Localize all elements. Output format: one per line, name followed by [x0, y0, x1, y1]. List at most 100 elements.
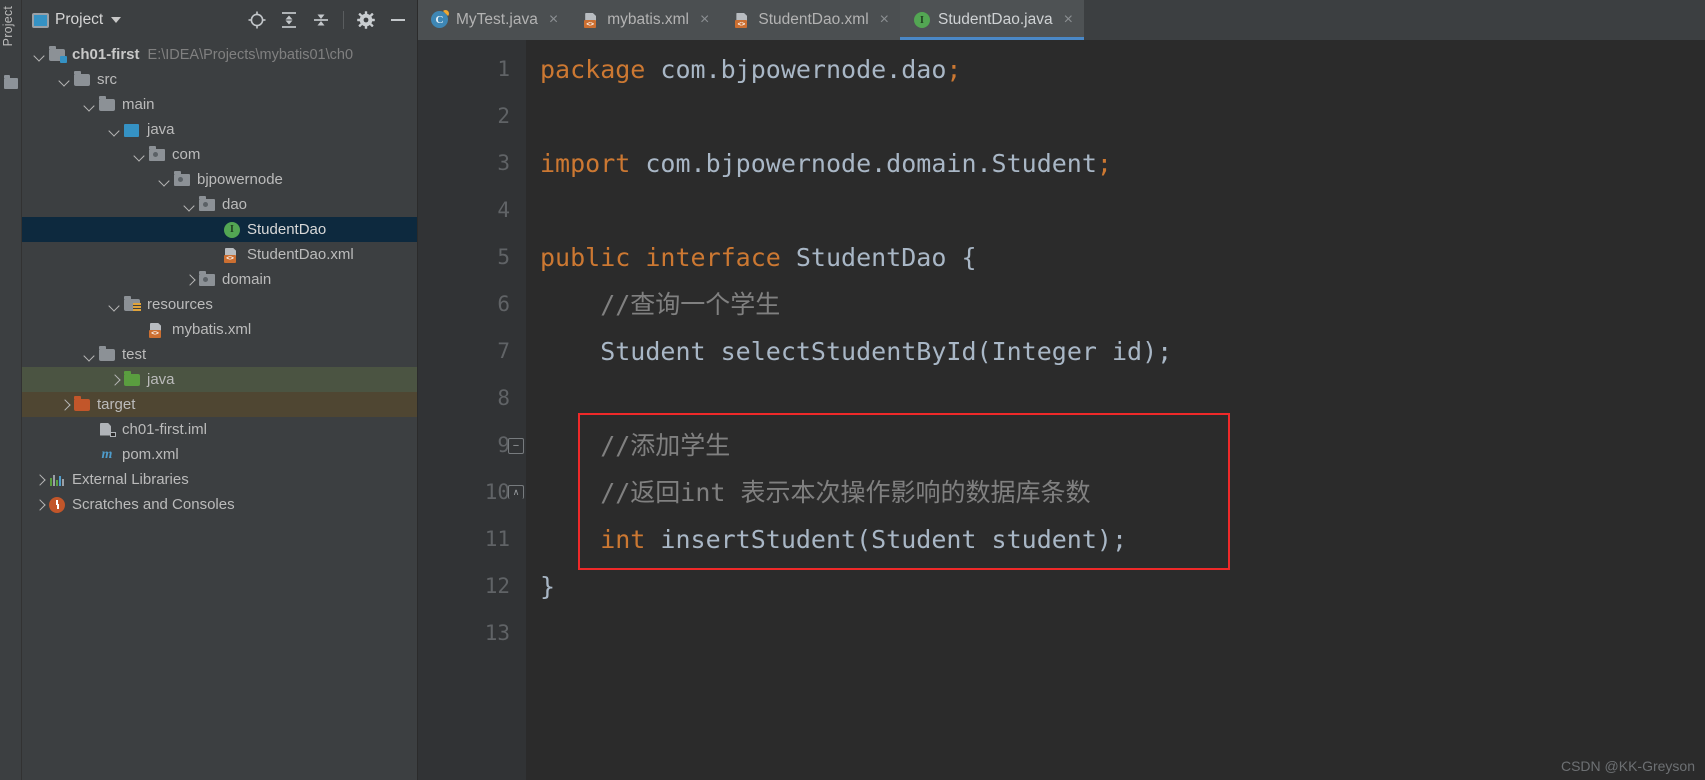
- collapse-all-icon[interactable]: [308, 7, 334, 33]
- chevron-down-icon[interactable]: [107, 297, 123, 313]
- editor-tab-studentdao-xml[interactable]: <> StudentDao.xml ×: [720, 0, 900, 40]
- locate-icon[interactable]: [244, 7, 270, 33]
- tree-item-bjpowernode[interactable]: bjpowernode: [22, 167, 417, 192]
- module-folder-icon: [48, 45, 67, 63]
- chevron-down-icon[interactable]: [132, 147, 148, 163]
- code-line[interactable]: [526, 610, 1705, 657]
- fold-start-icon[interactable]: −: [508, 438, 524, 454]
- line-number: 11: [484, 527, 510, 551]
- code-line[interactable]: //返回int 表示本次操作影响的数据库条数: [526, 469, 1705, 516]
- tree-item-label: ch01-first: [72, 46, 140, 63]
- chevron-down-icon[interactable]: [157, 172, 173, 188]
- project-tree[interactable]: ch01-first E:\IDEA\Projects\mybatis01\ch0…: [22, 40, 417, 780]
- tree-item-java[interactable]: java: [22, 117, 417, 142]
- chevron-down-icon[interactable]: [111, 17, 122, 23]
- ide-window: Project Project ch01-first E:\IDEA\Proje…: [0, 0, 1705, 780]
- tree-item-external-libraries[interactable]: External Libraries: [22, 467, 417, 492]
- excluded-folder-icon: [73, 395, 91, 413]
- fold-end-icon[interactable]: ∧: [508, 485, 524, 499]
- code-line[interactable]: int insertStudent(Student student);: [526, 516, 1705, 563]
- chevron-down-icon[interactable]: [82, 347, 98, 363]
- editor-tab-bar[interactable]: C MyTest.java × <> mybatis.xml × <> StudentDao.…: [418, 0, 1705, 40]
- editor-tab-mytest-java[interactable]: C MyTest.java ×: [418, 0, 570, 40]
- code-token: public interface: [540, 243, 781, 272]
- chevron-down-icon[interactable]: [57, 72, 73, 88]
- tree-item-src[interactable]: src: [22, 67, 417, 92]
- tree-item-ch01-first-iml[interactable]: ch01-first.iml: [22, 417, 417, 442]
- code-line[interactable]: Student selectStudentById(Integer id);: [526, 328, 1705, 375]
- code-line[interactable]: public interface StudentDao {: [526, 234, 1705, 281]
- chevron-right-icon[interactable]: [32, 472, 48, 488]
- chevron-right-icon[interactable]: [182, 272, 198, 288]
- editor-tab-label: MyTest.java: [456, 11, 538, 28]
- code-token: //返回int 表示本次操作影响的数据库条数: [540, 478, 1091, 507]
- editor-tab-label: StudentDao.xml: [758, 11, 869, 28]
- chevron-down-icon[interactable]: [107, 122, 123, 138]
- code-token: (Student student);: [856, 525, 1128, 554]
- maven-file-icon: m: [101, 446, 113, 462]
- close-icon[interactable]: ×: [700, 12, 709, 28]
- xml-file-icon: <>: [733, 11, 751, 29]
- code-token: (Integer id);: [976, 337, 1173, 366]
- project-tool-window-button[interactable]: Project: [1, 6, 15, 46]
- tree-item-java[interactable]: java: [22, 367, 417, 392]
- tree-item-label: test: [122, 346, 147, 363]
- line-number: 13: [484, 621, 510, 645]
- expand-all-icon[interactable]: [276, 7, 302, 33]
- code-line[interactable]: //添加学生: [526, 422, 1705, 469]
- chevron-right-icon[interactable]: [32, 497, 48, 513]
- tree-item-target[interactable]: target: [22, 392, 417, 417]
- chevron-right-icon[interactable]: [57, 397, 73, 413]
- code-line[interactable]: import com.bjpowernode.domain.Student;: [526, 140, 1705, 187]
- structure-icon[interactable]: [4, 75, 18, 89]
- tree-item-dao[interactable]: dao: [22, 192, 417, 217]
- tree-item-scratches-and-consoles[interactable]: Scratches and Consoles: [22, 492, 417, 517]
- tree-item-test[interactable]: test: [22, 342, 417, 367]
- editor-tab-studentdao-java[interactable]: I StudentDao.java ×: [899, 0, 1084, 40]
- tree-item-resources[interactable]: resources: [22, 292, 417, 317]
- tree-item-ch01-first[interactable]: ch01-first E:\IDEA\Projects\mybatis01\ch0: [22, 42, 417, 67]
- project-view-icon: [32, 12, 49, 28]
- project-panel: Project ch01-first E:\IDEA\Projects\myba…: [22, 0, 418, 780]
- editor-tab-label: mybatis.xml: [607, 11, 690, 28]
- tree-item-pom-xml[interactable]: m pom.xml: [22, 442, 417, 467]
- line-number: 6: [497, 292, 510, 316]
- tree-item-com[interactable]: com: [22, 142, 417, 167]
- code-line[interactable]: [526, 375, 1705, 422]
- code-line[interactable]: [526, 187, 1705, 234]
- chevron-down-icon[interactable]: [182, 197, 198, 213]
- tree-item-label: StudentDao: [247, 221, 327, 238]
- editor-gutter[interactable]: 1 2 3 4 5 6 7 8 9 10 11 12 13− ∧: [418, 40, 526, 780]
- editor-tab-label: StudentDao.java: [937, 11, 1053, 28]
- tree-item-studentdao-xml[interactable]: <> StudentDao.xml: [22, 242, 417, 267]
- tree-item-label: domain: [222, 271, 272, 288]
- tree-item-studentdao[interactable]: I StudentDao: [22, 217, 417, 242]
- chevron-down-icon[interactable]: [82, 97, 98, 113]
- close-icon[interactable]: ×: [880, 12, 889, 28]
- code-token: com.bjpowernode.domain.Student: [630, 149, 1097, 178]
- code-line[interactable]: }: [526, 563, 1705, 610]
- test-source-root-icon: [123, 370, 141, 388]
- scratches-icon: [48, 496, 66, 513]
- package-icon: [198, 270, 216, 288]
- close-icon[interactable]: ×: [549, 12, 558, 28]
- toolbar-divider: [343, 11, 344, 29]
- code-content[interactable]: package com.bjpowernode.dao; import com.…: [526, 40, 1705, 780]
- gear-icon[interactable]: [353, 7, 379, 33]
- code-line[interactable]: [526, 93, 1705, 140]
- chevron-down-icon[interactable]: [32, 47, 48, 63]
- editor-tab-mybatis-xml[interactable]: <> mybatis.xml ×: [569, 0, 721, 40]
- tree-item-mybatis-xml[interactable]: <> mybatis.xml: [22, 317, 417, 342]
- tree-item-label: pom.xml: [122, 446, 179, 463]
- tree-item-domain[interactable]: domain: [22, 267, 417, 292]
- chevron-right-icon[interactable]: [107, 372, 123, 388]
- minimize-icon[interactable]: [385, 7, 411, 33]
- close-icon[interactable]: ×: [1064, 12, 1073, 28]
- code-line[interactable]: package com.bjpowernode.dao;: [526, 46, 1705, 93]
- folder-icon: [98, 345, 116, 363]
- tree-item-main[interactable]: main: [22, 92, 417, 117]
- code-line[interactable]: //查询一个学生: [526, 281, 1705, 328]
